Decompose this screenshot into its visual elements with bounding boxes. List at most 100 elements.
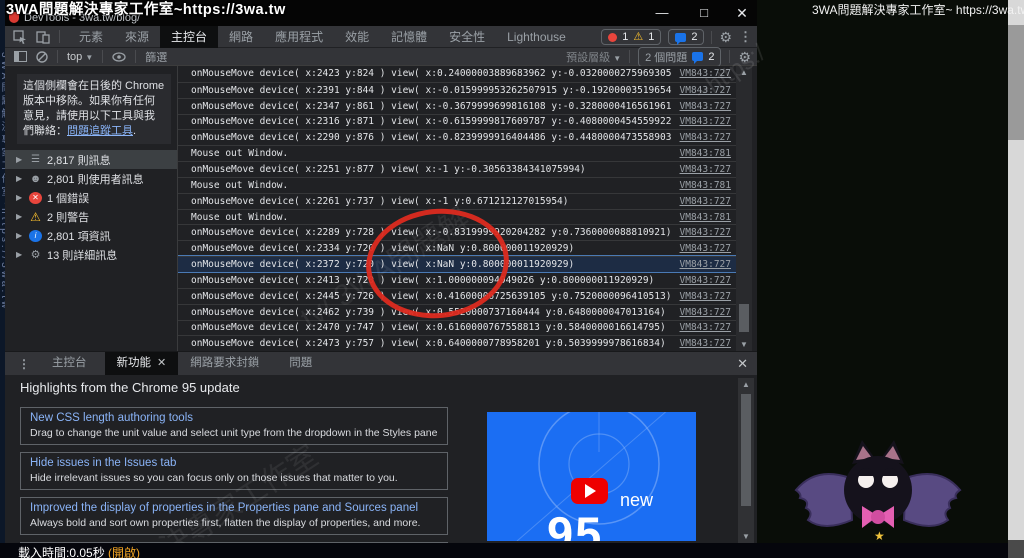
source-location-link[interactable]: VM843:727 [680, 338, 731, 349]
disclosure-triangle-icon[interactable]: ▶ [16, 231, 24, 240]
issues-count: 2 [691, 31, 697, 43]
minimize-button[interactable]: — [649, 4, 675, 22]
source-location-link[interactable]: VM843:727 [680, 132, 731, 143]
panel-tab[interactable]: 元素 [68, 26, 114, 48]
console-filter-item[interactable]: ▶ 2,801 項資訊 [5, 226, 177, 245]
console-filter-item[interactable]: ▶ 1 個錯誤 [5, 188, 177, 207]
filter-input[interactable]: 篩選 [145, 49, 167, 65]
issues-count: 2 [708, 51, 714, 63]
drawer-close-icon[interactable]: ✕ [737, 356, 748, 372]
issues-counter[interactable]: 2 個問題 2 [638, 47, 721, 67]
source-location-link[interactable]: VM843:727 [680, 164, 731, 175]
console-scrollbar[interactable]: ▲ ▼ [736, 66, 752, 351]
panel-tabs: 元素來源主控台網路應用程式效能記憶體安全性Lighthouse [68, 26, 577, 48]
drawer-tab[interactable]: 網路要求封鎖 [178, 352, 277, 375]
source-location-link[interactable]: VM843:727 [680, 227, 731, 238]
source-location-link[interactable]: VM843:727 [680, 259, 731, 270]
source-location-link[interactable]: VM843:727 [680, 275, 731, 286]
tab-close-icon[interactable]: ✕ [157, 352, 166, 375]
console-sidebar-toggle-icon[interactable] [14, 51, 27, 62]
clear-console-icon[interactable] [36, 51, 48, 63]
console-log-row[interactable]: onMouseMove device( x:2423 y:824 ) view(… [178, 66, 736, 82]
source-location-link[interactable]: VM843:781 [680, 212, 731, 223]
whats-new-card: New CSS length authoring tools Drag to c… [20, 407, 448, 445]
console-log-row[interactable]: Mouse out Window. VM843:781 [178, 145, 736, 161]
filter-item-label: 2,817 則訊息 [47, 152, 111, 168]
close-button[interactable]: ✕ [729, 4, 755, 22]
console-filter-item[interactable]: ▶ 13 則詳細訊息 [5, 245, 177, 264]
console-message-counts[interactable]: 1 ⚠ 1 [601, 29, 661, 45]
load-time-text: 載入時間:0.05秒 (開啟) [18, 544, 140, 558]
card-title-link[interactable]: Hide issues in the Issues tab [30, 457, 438, 469]
drawer-tab[interactable]: 主控台 [40, 352, 105, 375]
scroll-down-icon[interactable]: ▼ [738, 532, 754, 541]
disclosure-triangle-icon[interactable]: ▶ [16, 212, 24, 221]
whats-new-scrollbar[interactable]: ▲ ▼ [738, 378, 754, 543]
card-title-link[interactable]: New CSS length authoring tools [30, 412, 438, 424]
open-link[interactable]: (開啟) [108, 546, 140, 558]
panel-tab[interactable]: 安全性 [438, 26, 496, 48]
inspect-element-icon[interactable] [13, 30, 27, 44]
panel-tab[interactable]: 網路 [218, 26, 264, 48]
youtube-play-icon[interactable] [571, 478, 608, 504]
drawer-tab-label: 問題 [289, 352, 312, 375]
source-location-link[interactable]: VM843:727 [680, 307, 731, 318]
context-selector[interactable]: top ▼ [67, 51, 93, 63]
source-location-link[interactable]: VM843:727 [680, 322, 731, 333]
console-log-row[interactable]: onMouseMove device( x:2470 y:747 ) view(… [178, 320, 736, 336]
panel-tab[interactable]: 主控台 [160, 26, 218, 48]
panel-tab[interactable]: 來源 [114, 26, 160, 48]
disclosure-triangle-icon[interactable]: ▶ [16, 193, 24, 202]
divider [57, 50, 58, 63]
scroll-up-icon[interactable]: ▲ [738, 380, 754, 389]
source-location-link[interactable]: VM843:727 [680, 196, 731, 207]
filter-type-icon [29, 230, 42, 242]
console-scroll-thumb[interactable] [739, 304, 749, 332]
console-log-row[interactable]: Mouse out Window. VM843:781 [178, 177, 736, 193]
panel-tab[interactable]: 效能 [334, 26, 380, 48]
settings-gear-icon[interactable]: ⚙ [719, 30, 732, 44]
filter-item-label: 13 則詳細訊息 [47, 247, 117, 263]
live-expression-eye-icon[interactable] [112, 52, 126, 62]
tabbar-icons [5, 30, 68, 44]
log-level-selector[interactable]: 預設層級 ▼ [566, 49, 621, 65]
drawer-tabbar: ⋮ 主控台 新功能 ✕ 網路要求封鎖 問題 [5, 351, 757, 375]
console-filter-item[interactable]: ▶ 2,801 則使用者訊息 [5, 169, 177, 188]
filter-type-icon [29, 154, 42, 166]
console-filter-list: ▶ 2,817 則訊息 ▶ 2,801 則使用者訊息 ▶ 1 個錯誤 [5, 150, 177, 264]
drawer-tab[interactable]: 問題 [277, 352, 330, 375]
console-log-row[interactable]: onMouseMove device( x:2290 y:876 ) view(… [178, 129, 736, 145]
drawer-tab[interactable]: 新功能 ✕ [105, 352, 179, 375]
console-log-row[interactable]: onMouseMove device( x:2316 y:871 ) view(… [178, 114, 736, 130]
device-toolbar-icon[interactable] [36, 30, 50, 44]
panel-tab[interactable]: 應用程式 [264, 26, 334, 48]
chrome-95-promo-image[interactable]: new 95 [487, 412, 696, 541]
source-location-link[interactable]: VM843:727 [680, 116, 731, 127]
scroll-down-icon[interactable]: ▼ [736, 340, 752, 349]
divider [629, 50, 630, 63]
page-scrollbar-end [1008, 540, 1024, 558]
console-log-row[interactable]: onMouseMove device( x:2251 y:877 ) view(… [178, 161, 736, 177]
disclosure-triangle-icon[interactable]: ▶ [16, 155, 24, 164]
divider [135, 50, 136, 63]
page-scrollbar[interactable] [1008, 0, 1024, 558]
disclosure-triangle-icon[interactable]: ▶ [16, 250, 24, 259]
disclosure-triangle-icon[interactable]: ▶ [16, 174, 24, 183]
console-log-row[interactable]: onMouseMove device( x:2391 y:844 ) view(… [178, 82, 736, 98]
source-location-link[interactable]: VM843:727 [680, 243, 731, 254]
console-filter-item[interactable]: ▶ 2,817 則訊息 [5, 150, 177, 169]
panel-tab[interactable]: 記憶體 [380, 26, 438, 48]
console-filter-item[interactable]: ▶ 2 則警告 [5, 207, 177, 226]
console-log-row[interactable]: onMouseMove device( x:2473 y:757 ) view(… [178, 335, 736, 351]
issues-badge[interactable]: 2 [668, 29, 704, 45]
source-location-link[interactable]: VM843:781 [680, 180, 731, 191]
page-scroll-thumb[interactable] [1008, 25, 1024, 140]
console-log-row[interactable]: onMouseMove device( x:2347 y:861 ) view(… [178, 98, 736, 114]
maximize-button[interactable]: □ [691, 4, 717, 22]
whats-new-scroll-thumb[interactable] [741, 394, 751, 506]
source-location-link[interactable]: VM843:781 [680, 148, 731, 159]
drawer-more-icon[interactable]: ⋮ [5, 357, 40, 371]
issue-tracker-link[interactable]: 問題追蹤工具 [67, 125, 133, 137]
source-location-link[interactable]: VM843:727 [680, 291, 731, 302]
panel-tab[interactable]: Lighthouse [496, 26, 577, 48]
